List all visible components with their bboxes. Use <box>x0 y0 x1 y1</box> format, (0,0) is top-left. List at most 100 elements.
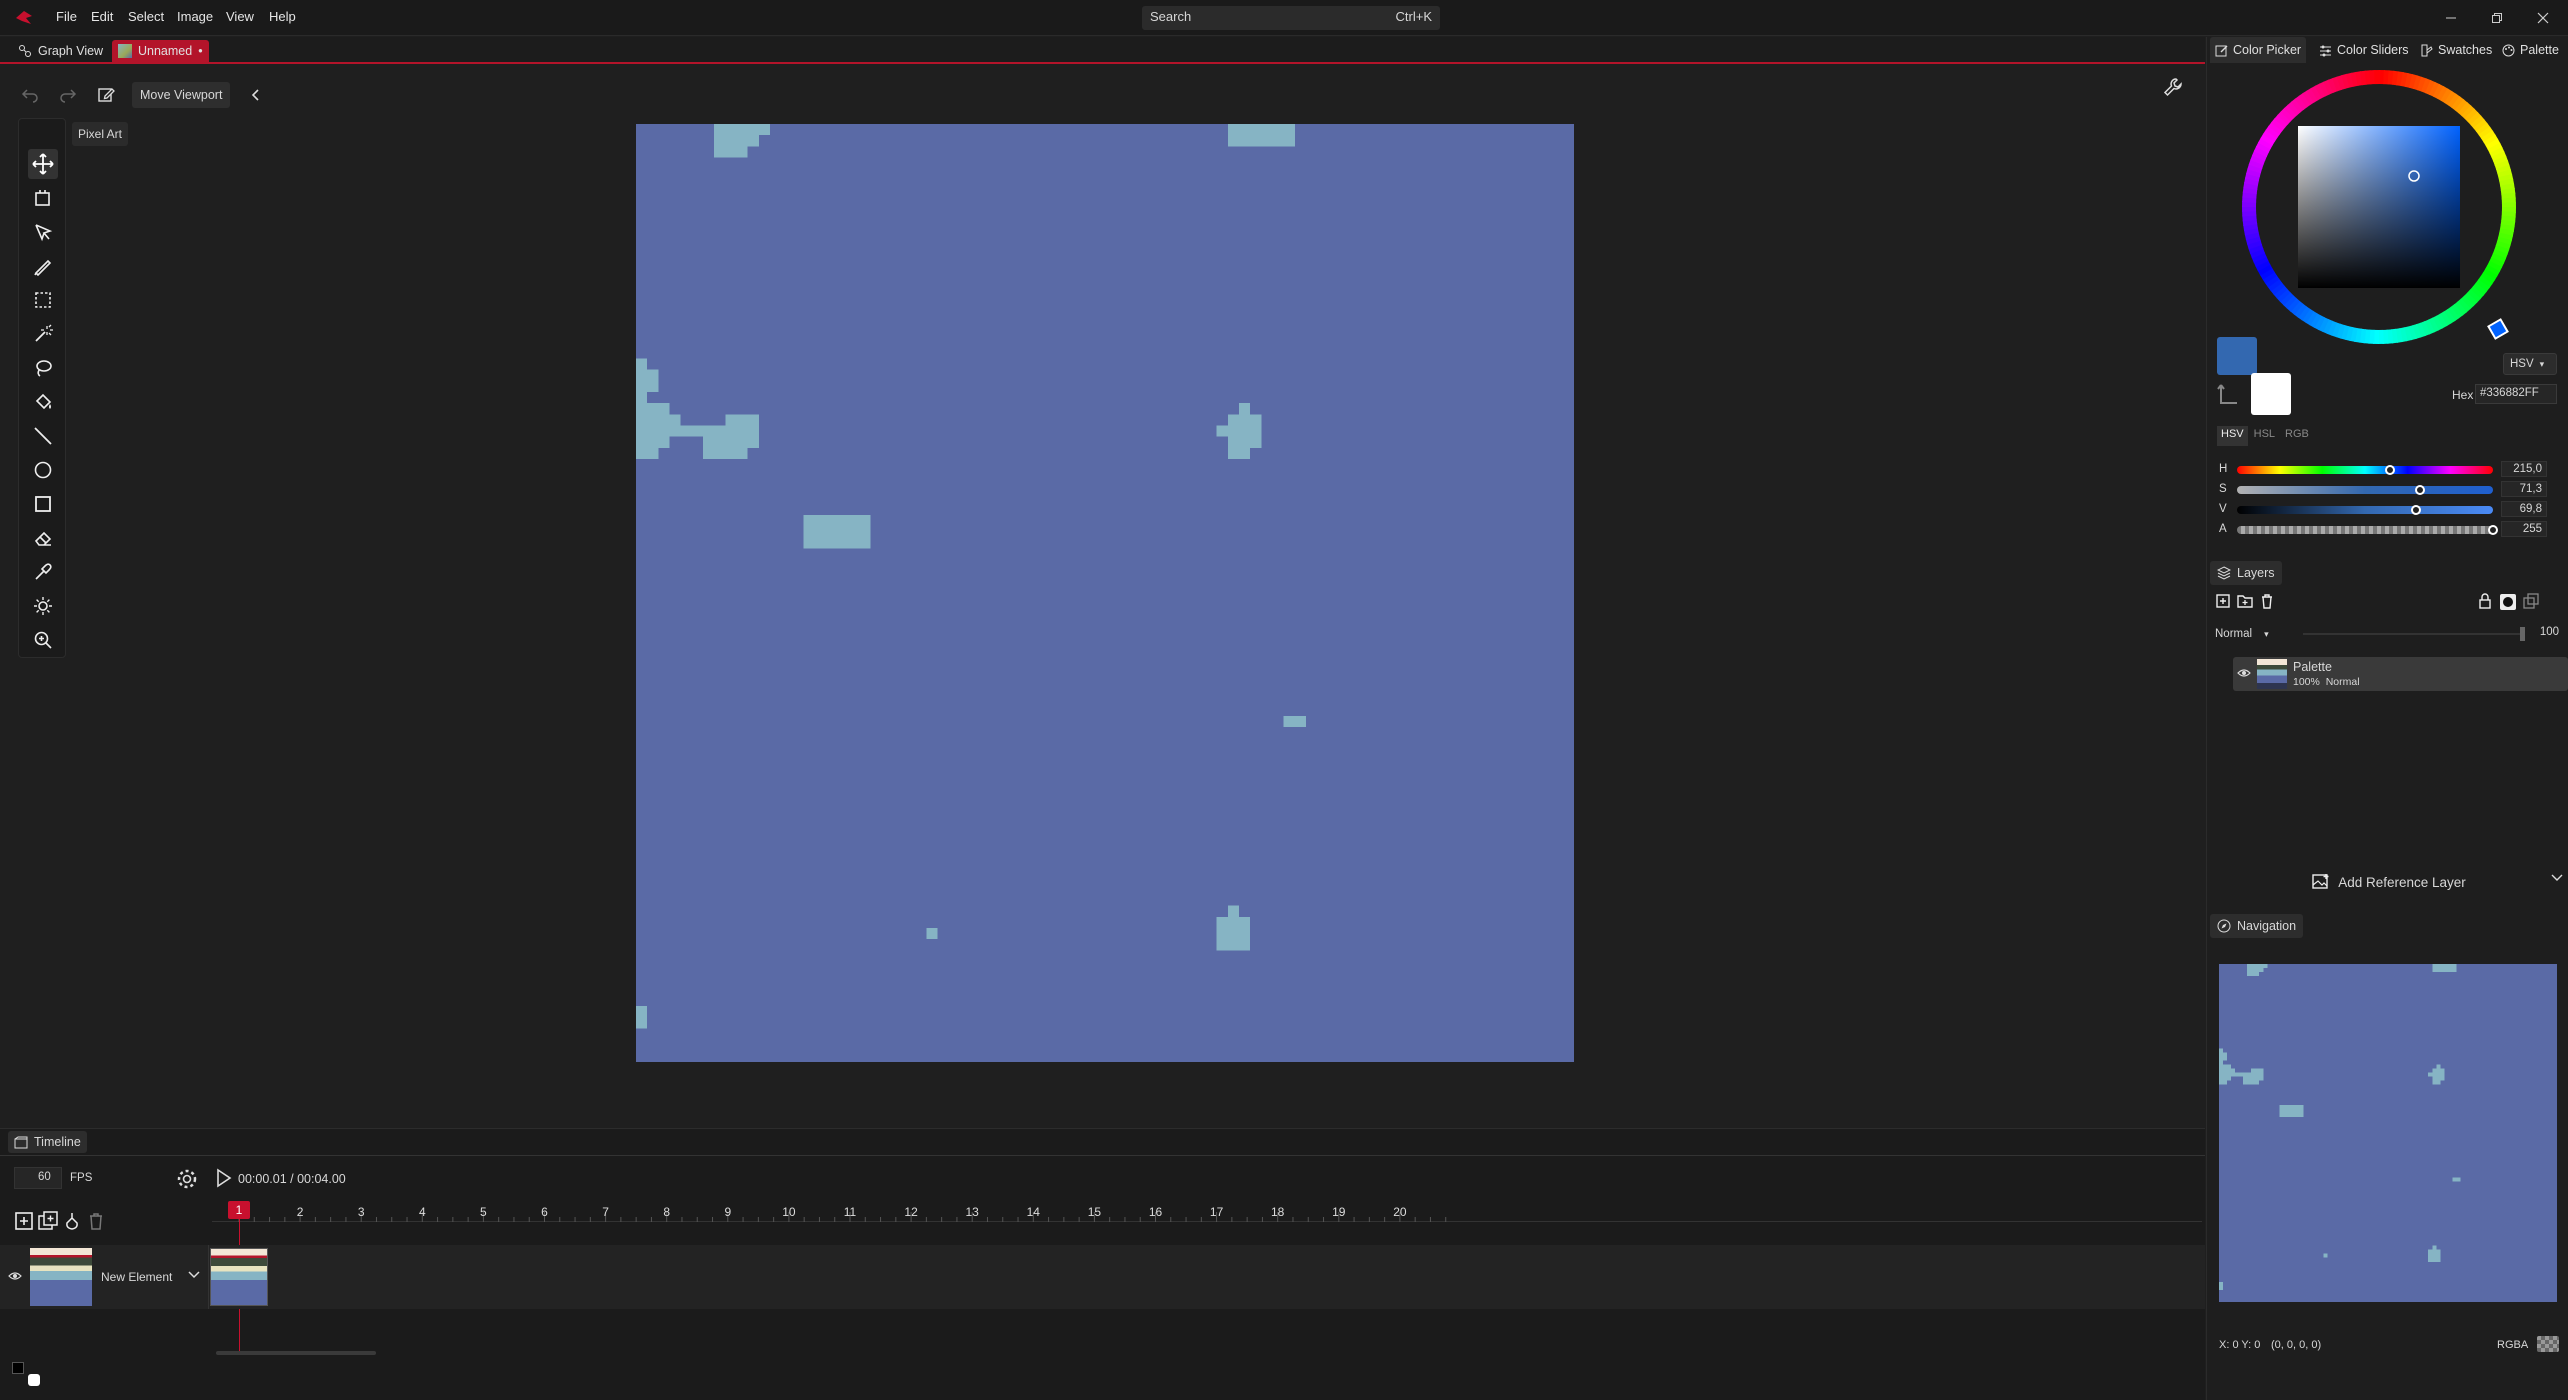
eraser-tool[interactable] <box>28 523 58 553</box>
rectangle-select-tool[interactable] <box>28 285 58 315</box>
chevron-down-icon[interactable] <box>2551 873 2563 883</box>
color-mode-dropdown[interactable]: HSV ▾ <box>2503 353 2557 375</box>
keyframe-clip[interactable] <box>210 1248 268 1306</box>
alpha-slider[interactable]: A 255 <box>2219 521 2559 537</box>
document-tab-bar: Graph View Unnamed • <box>0 37 2205 64</box>
tab-color-picker[interactable]: Color Picker <box>2210 37 2307 63</box>
drawing-canvas[interactable] <box>636 124 1574 1062</box>
eyedropper-tool[interactable] <box>28 557 58 587</box>
menu-image[interactable]: Image <box>177 9 213 24</box>
blend-mode-dropdown[interactable]: Normal ▾ <box>2215 625 2275 643</box>
color-swatch-mini[interactable] <box>12 1362 40 1386</box>
delete-element-icon[interactable] <box>86 1211 106 1231</box>
saturation-value[interactable]: 71,3 <box>2501 481 2547 497</box>
fps-input[interactable]: 60 <box>14 1167 62 1189</box>
alpha-slider-knob[interactable] <box>2488 525 2498 535</box>
layer-row-palette[interactable]: Palette 100% Normal <box>2233 657 2568 691</box>
undo-button[interactable] <box>18 83 42 107</box>
crop-tool[interactable] <box>28 183 58 213</box>
new-layer-icon[interactable] <box>2215 593 2231 609</box>
value-slider[interactable]: V 69,8 <box>2219 501 2559 517</box>
close-window-button[interactable] <box>2528 6 2558 30</box>
duplicate-layer-icon[interactable] <box>2523 593 2539 611</box>
brightness-tool[interactable] <box>28 591 58 621</box>
hue-selector-handle[interactable] <box>2487 318 2509 340</box>
navigation-preview[interactable] <box>2219 964 2557 1302</box>
timeline-tab[interactable]: Timeline <box>8 1131 87 1153</box>
restore-button[interactable] <box>2482 6 2512 30</box>
hue-slider-knob[interactable] <box>2384 465 2395 475</box>
tab-graph-view[interactable]: Graph View <box>12 40 109 62</box>
menu-help[interactable]: Help <box>269 9 296 24</box>
lock-icon[interactable] <box>2477 593 2493 611</box>
rectangle-tool[interactable] <box>28 489 58 519</box>
layer-opacity-slider[interactable] <box>2303 627 2525 641</box>
visibility-eye-icon[interactable] <box>2237 667 2251 679</box>
color-format-swatch[interactable] <box>2537 1336 2559 1352</box>
add-reference-layer-button[interactable]: Add Reference Layer <box>2211 867 2567 897</box>
alpha-value[interactable]: 255 <box>2501 521 2547 537</box>
lasso-tool[interactable] <box>28 353 58 383</box>
duplicate-element-icon[interactable] <box>38 1211 58 1231</box>
settings-wrench-icon[interactable] <box>2162 76 2184 98</box>
tab-unnamed-document[interactable]: Unnamed • <box>112 40 209 62</box>
timeline-settings-gear-icon[interactable] <box>176 1168 198 1190</box>
menu-file[interactable]: File <box>56 9 77 24</box>
frame-number: 8 <box>663 1205 671 1219</box>
timeline-scrollbar[interactable] <box>210 1350 2200 1356</box>
tab-color-sliders[interactable]: Color Sliders <box>2314 37 2414 63</box>
slider-mode-rgb[interactable]: RGB <box>2281 426 2313 446</box>
layer-opacity-value[interactable]: 100 <box>2525 626 2559 638</box>
tab-palette[interactable]: Palette <box>2497 37 2564 63</box>
secondary-color-swatch[interactable] <box>2251 373 2291 415</box>
minimize-button[interactable] <box>2436 6 2466 30</box>
track-visibility-eye-icon[interactable] <box>8 1270 22 1282</box>
magic-wand-tool[interactable] <box>28 319 58 349</box>
value-slider-knob[interactable] <box>2410 505 2421 515</box>
saturation-slider[interactable]: S 71,3 <box>2219 481 2559 497</box>
menu-edit[interactable]: Edit <box>91 9 113 24</box>
playhead-marker[interactable]: 1 <box>228 1201 250 1219</box>
frame-number: 9 <box>724 1205 732 1219</box>
compass-icon <box>2217 919 2231 933</box>
move-tool[interactable] <box>28 149 58 179</box>
slider-mode-hsv[interactable]: HSV <box>2217 426 2248 446</box>
select-pointer-tool[interactable] <box>28 217 58 247</box>
paint-bucket-tool[interactable] <box>28 387 58 417</box>
saturation-slider-knob[interactable] <box>2414 485 2425 495</box>
color-wheel[interactable] <box>2241 69 2517 345</box>
edit-icon[interactable] <box>94 83 118 107</box>
menu-select[interactable]: Select <box>128 9 164 24</box>
layers-panel-header[interactable]: Layers <box>2210 561 2282 585</box>
mask-icon[interactable] <box>2499 593 2517 611</box>
tab-swatches[interactable]: Swatches <box>2415 37 2497 63</box>
menu-view[interactable]: View <box>226 9 254 24</box>
ellipse-tool[interactable] <box>28 455 58 485</box>
hue-value[interactable]: 215,0 <box>2501 461 2547 477</box>
track-expand-chevron-icon[interactable] <box>188 1269 200 1281</box>
color-format-label[interactable]: RGBA <box>2497 1339 2528 1351</box>
delete-layer-icon[interactable] <box>2259 593 2275 609</box>
track-name[interactable]: New Element <box>101 1270 172 1284</box>
line-tool[interactable] <box>28 421 58 451</box>
collapse-toolbar-chevron-icon[interactable] <box>244 83 268 107</box>
search-input[interactable]: Search Ctrl+K <box>1142 6 1440 30</box>
redo-button[interactable] <box>56 83 80 107</box>
primary-color-swatch[interactable] <box>2217 337 2257 375</box>
add-element-icon[interactable] <box>14 1211 34 1231</box>
value-value[interactable]: 69,8 <box>2501 501 2547 517</box>
play-button[interactable] <box>216 1168 232 1188</box>
navigation-panel-header[interactable]: Navigation <box>2210 914 2304 938</box>
tab-label: Color Picker <box>2233 43 2302 57</box>
swap-colors-icon[interactable] <box>2217 383 2241 409</box>
new-folder-icon[interactable] <box>2237 593 2253 609</box>
hex-input[interactable]: #336882FF <box>2475 384 2557 404</box>
move-viewport-button[interactable]: Move Viewport <box>132 82 231 108</box>
keyframe-icon[interactable] <box>62 1211 82 1231</box>
hue-slider[interactable]: H 215,0 <box>2219 461 2559 477</box>
slider-mode-hsl[interactable]: HSL <box>2250 426 2279 446</box>
zoom-tool[interactable] <box>28 625 58 655</box>
pen-tool[interactable] <box>28 251 58 281</box>
frame-ruler[interactable] <box>212 1200 2202 1222</box>
scrollbar-thumb[interactable] <box>216 1351 376 1355</box>
